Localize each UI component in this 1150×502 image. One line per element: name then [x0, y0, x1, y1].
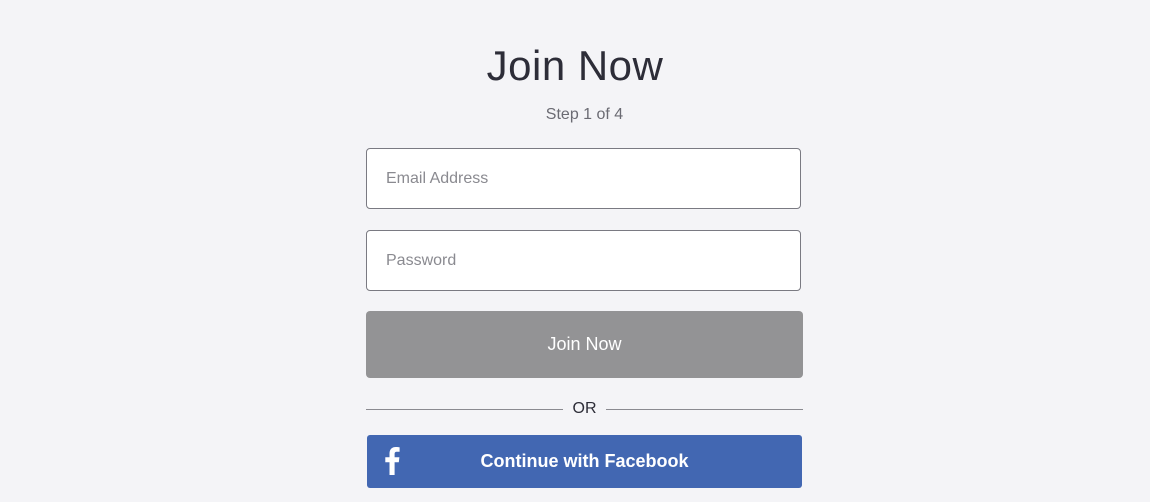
- password-field[interactable]: [366, 230, 801, 291]
- email-field[interactable]: [366, 148, 801, 209]
- facebook-button-label: Continue with Facebook: [480, 451, 689, 471]
- divider-line-right: [606, 409, 803, 410]
- step-indicator: Step 1 of 4: [545, 106, 624, 123]
- divider-line-left: [366, 409, 563, 410]
- join-page: Join Now Step 1 of 4 Join Now OR Continu…: [0, 0, 1150, 502]
- or-divider: OR: [366, 398, 803, 420]
- divider-label: OR: [572, 400, 597, 417]
- join-now-button[interactable]: Join Now: [366, 311, 803, 378]
- page-title: Join Now: [486, 42, 664, 89]
- continue-with-facebook-button[interactable]: Continue with Facebook: [367, 435, 802, 488]
